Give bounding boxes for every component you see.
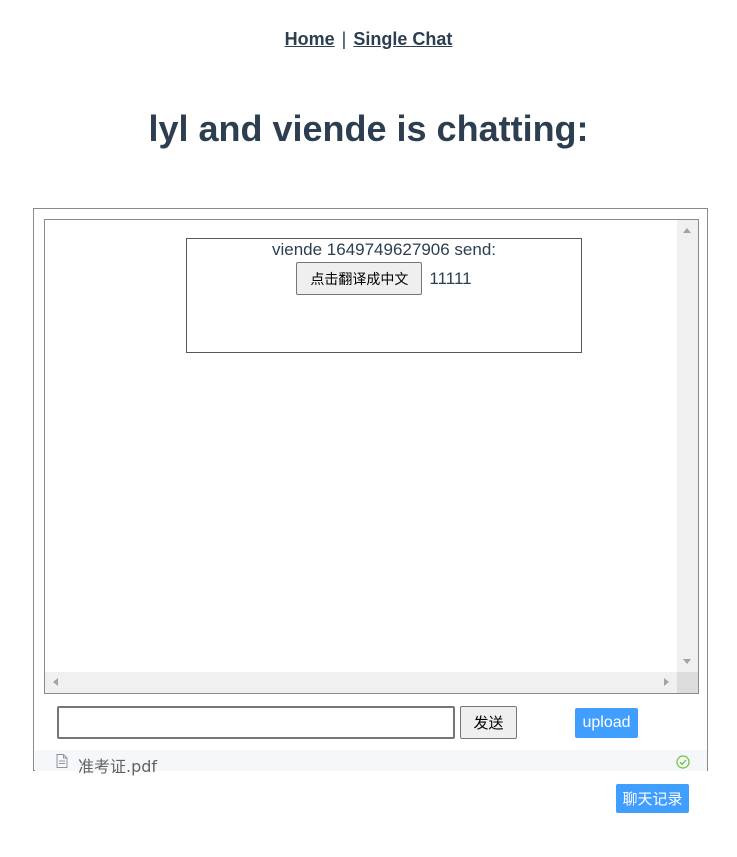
scroll-down-icon[interactable] bbox=[683, 659, 691, 664]
scroll-left-icon[interactable] bbox=[53, 678, 58, 686]
chat-history-button[interactable]: 聊天记录 bbox=[616, 784, 689, 813]
upload-list-item[interactable]: 准考证.pdf bbox=[35, 750, 707, 776]
vertical-scrollbar[interactable] bbox=[677, 220, 698, 672]
scroll-up-icon[interactable] bbox=[683, 228, 691, 233]
message-text: 11111 bbox=[429, 268, 472, 288]
horizontal-scrollbar[interactable] bbox=[45, 672, 677, 693]
success-check-icon bbox=[676, 755, 690, 774]
scrollbar-corner bbox=[677, 672, 698, 693]
nav-home-link[interactable]: Home bbox=[285, 29, 335, 49]
nav-separator: | bbox=[341, 29, 347, 49]
scroll-right-icon[interactable] bbox=[664, 678, 669, 686]
message-input[interactable] bbox=[57, 706, 455, 739]
upload-button[interactable]: upload bbox=[575, 708, 638, 738]
translate-button[interactable]: 点击翻译成中文 bbox=[296, 262, 423, 295]
page-title: lyl and viende is chatting: bbox=[148, 108, 589, 149]
message-area[interactable]: viende 1649749627906 send: 点击翻译成中文 11111 bbox=[44, 219, 699, 694]
document-icon bbox=[56, 754, 68, 773]
message-header: viende 1649749627906 send: bbox=[271, 240, 497, 259]
send-button[interactable]: 发送 bbox=[460, 706, 517, 739]
nav-single-chat-link[interactable]: Single Chat bbox=[353, 29, 452, 49]
message-card: viende 1649749627906 send: 点击翻译成中文 11111 bbox=[186, 238, 582, 353]
chat-panel: viende 1649749627906 send: 点击翻译成中文 11111… bbox=[33, 208, 708, 776]
upload-file-name[interactable]: 准考证.pdf bbox=[78, 753, 157, 777]
top-nav: Home | Single Chat bbox=[0, 29, 737, 50]
message-body: 点击翻译成中文 11111 bbox=[187, 262, 581, 295]
